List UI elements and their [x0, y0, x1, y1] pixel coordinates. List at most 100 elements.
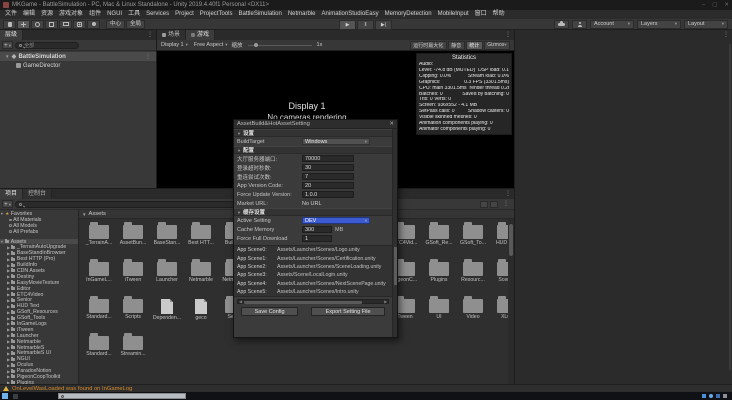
hscrollbar-thumb[interactable]	[244, 300, 362, 304]
kebab-menu-icon[interactable]: ⋮	[144, 30, 156, 40]
taskbar-search-box[interactable]	[58, 393, 186, 399]
layout-dropdown[interactable]: Layout ▾	[684, 19, 728, 29]
kebab-menu-icon[interactable]: ⋮	[142, 52, 154, 62]
menu-item-11[interactable]: Netmarble	[285, 10, 319, 19]
vscrollbar-thumb[interactable]	[394, 247, 397, 285]
settings-input[interactable]	[302, 155, 354, 162]
rotate-tool-button[interactable]	[31, 19, 44, 29]
menu-item-15[interactable]: 窗口	[472, 10, 490, 19]
menu-item-2[interactable]: 资源	[38, 10, 56, 19]
scene-row[interactable]: ▼ BattleSimulation ⋮	[0, 52, 156, 61]
settings-input[interactable]	[302, 235, 332, 242]
tab-console[interactable]: 控制台	[23, 189, 53, 199]
asset-item[interactable]: iTween	[117, 259, 149, 283]
status-bar[interactable]: OnLevelWasLoaded was found on InGameLog	[0, 384, 732, 392]
menu-item-12[interactable]: AnimationStudioEasy	[319, 10, 382, 19]
dialog-titlebar[interactable]: AssetBuild&HotAssetSetting ✕	[234, 120, 397, 129]
menu-item-5[interactable]: NGUI	[104, 10, 125, 19]
asset-item[interactable]: Dependen...	[151, 299, 183, 321]
search-by-label-icon[interactable]	[490, 200, 498, 208]
tab-project[interactable]: 项目	[0, 189, 24, 199]
scale-slider[interactable]	[247, 43, 312, 47]
app-scene-row[interactable]: App Scene0: Assets/Launcher/Scenes/Logo.u…	[234, 246, 392, 254]
asset-item[interactable]: Best HTT...	[185, 222, 217, 246]
hierarchy-search[interactable]: 全部	[15, 41, 80, 49]
save-config-button[interactable]: Save Config	[241, 307, 299, 317]
asset-item[interactable]: BaseStan...	[151, 222, 183, 246]
app-scene-row[interactable]: App Scene1: Assets/Launcher/Scenes/Certif…	[234, 254, 392, 262]
pivot-toggle-button[interactable]: 中心	[106, 19, 126, 29]
kebab-menu-icon[interactable]: ⋮	[720, 30, 732, 40]
close-icon[interactable]: ✕	[389, 121, 394, 127]
rect-tool-button[interactable]	[59, 19, 72, 29]
gameview-button-1[interactable]: 静音	[447, 40, 465, 50]
asset-item[interactable]: Netmarble	[185, 259, 217, 283]
maximize-icon[interactable]: ▢	[712, 2, 717, 8]
settings-input[interactable]	[302, 164, 354, 171]
asset-item[interactable]: Standard...	[83, 333, 115, 357]
menu-item-14[interactable]: MobileInput	[435, 10, 472, 19]
dialog-vscrollbar[interactable]	[392, 129, 397, 337]
app-scene-row[interactable]: App Scene3: Assets/Scene/LocalLogin.unity	[234, 271, 392, 279]
app-scene-row[interactable]: App Scene5: Assets/Launcher/Scenes/Intro.…	[234, 288, 392, 296]
asset-item[interactable]: GSoft_Re...	[423, 222, 455, 246]
menu-item-9[interactable]: ProjectTools	[197, 10, 236, 19]
gameview-button-0[interactable]: 运行时最大化	[409, 40, 447, 50]
asset-item[interactable]: Video	[457, 296, 489, 320]
play-button[interactable]: ▶	[339, 19, 356, 30]
close-icon[interactable]: ✕	[724, 2, 729, 8]
aspect-dropdown[interactable]: Free Aspect ▾	[192, 42, 230, 48]
tray-icon[interactable]	[723, 394, 727, 398]
section-header[interactable]: ▼ 设置	[234, 129, 392, 137]
asset-item[interactable]: geco	[185, 299, 217, 321]
layers-dropdown[interactable]: Layers ▾	[637, 19, 681, 29]
hand-tool-button[interactable]	[3, 19, 16, 29]
menu-item-6[interactable]: 工具	[125, 10, 143, 19]
asset-item[interactable]: _TerrainA...	[83, 222, 115, 246]
settings-input[interactable]	[302, 173, 354, 180]
space-toggle-button[interactable]: 全局	[126, 19, 146, 29]
grid-scrollbar-thumb[interactable]	[509, 224, 513, 256]
asset-item[interactable]: Scripts	[117, 296, 149, 320]
settings-input[interactable]	[302, 226, 332, 233]
settings-input[interactable]	[302, 182, 354, 189]
asset-item[interactable]: Standard...	[83, 296, 115, 320]
custom-tool-button[interactable]	[87, 19, 100, 29]
menu-item-0[interactable]: 文件	[2, 10, 20, 19]
asset-item[interactable]: AssetBun...	[117, 222, 149, 246]
tab-hierarchy[interactable]: 层级	[0, 30, 24, 40]
dialog-hscrollbar[interactable]: ◀ ▶	[237, 299, 389, 305]
menu-item-1[interactable]: 编辑	[20, 10, 38, 19]
kebab-menu-icon[interactable]: ⋮	[502, 30, 514, 40]
gameview-button-3[interactable]: Gizmos ▾	[483, 40, 510, 50]
scale-tool-button[interactable]	[45, 19, 58, 29]
pause-button[interactable]: ‖	[357, 19, 374, 30]
start-button-icon[interactable]	[2, 393, 8, 399]
tab-game[interactable]: 游戏	[186, 30, 216, 40]
inspector-scrollbar[interactable]	[729, 44, 731, 370]
settings-dropdown[interactable]: DEV ▾	[302, 217, 370, 224]
menu-item-13[interactable]: MemoryDetection	[382, 10, 435, 19]
tray-icon[interactable]	[709, 394, 713, 398]
asset-item[interactable]: Launcher	[151, 259, 183, 283]
minimize-icon[interactable]: –	[702, 2, 705, 8]
asset-item[interactable]: InGameL...	[83, 259, 115, 283]
menu-item-8[interactable]: Project	[172, 10, 197, 19]
account-button[interactable]	[572, 19, 587, 29]
grid-scrollbar[interactable]	[508, 219, 514, 384]
display-dropdown[interactable]: Display 1 ▾	[159, 42, 190, 48]
tray-icon[interactable]	[716, 394, 720, 398]
task-view-icon[interactable]	[13, 393, 18, 399]
move-tool-button[interactable]	[17, 19, 30, 29]
search-by-type-icon[interactable]	[480, 200, 488, 208]
menu-item-7[interactable]: Services	[143, 10, 172, 19]
menu-item-4[interactable]: 组件	[86, 10, 104, 19]
asset-item[interactable]: Streamin...	[117, 333, 149, 357]
section-header[interactable]: ▼ 配置	[234, 146, 392, 154]
export-setting-button[interactable]: Export Setting File	[311, 307, 385, 317]
create-object-button[interactable]: + ▾	[2, 41, 14, 49]
asset-item[interactable]: Plugins	[423, 259, 455, 283]
section-header[interactable]: ▼ 缓存设置	[234, 208, 392, 216]
tray-icon[interactable]	[702, 394, 706, 398]
collab-button[interactable]	[554, 19, 569, 29]
